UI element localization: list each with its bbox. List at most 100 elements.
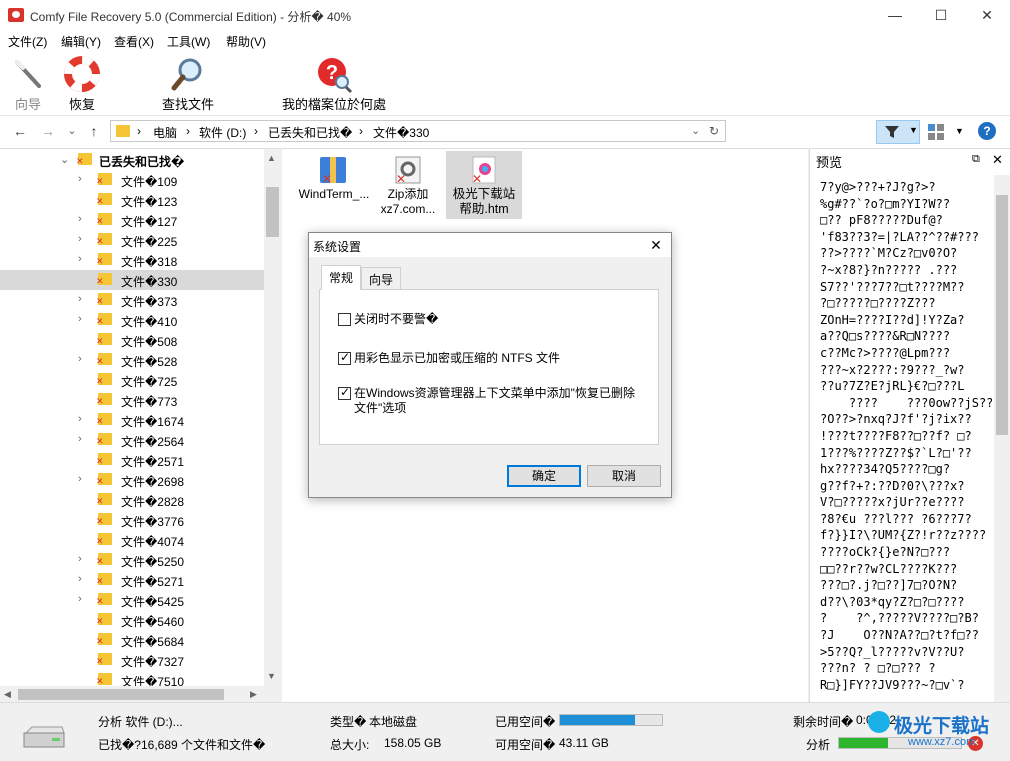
tree-root[interactable]: ⌄ 已丢失和已找� [0, 150, 264, 170]
tree-horizontal-scrollbar[interactable]: ◀ ▶ [0, 686, 281, 703]
address-bar[interactable]: › 电脑 › 软件 (D:) › 已丢失和已找� › 文件�330 ⌄ ↻ [110, 120, 726, 142]
forward-icon[interactable]: → [40, 123, 56, 139]
address-dropdown-icon[interactable]: ⌄ [691, 124, 700, 137]
file-name: WindTerm_... [298, 187, 370, 201]
expand-chevron-icon[interactable]: › [78, 353, 82, 365]
tree-item[interactable]: › 文件�1674 [0, 410, 264, 430]
find-files-button[interactable]: 查找文件 [154, 54, 222, 114]
crumb-drive[interactable]: 软件 (D:) [199, 124, 246, 141]
tree-item[interactable]: 文件�725 [0, 370, 264, 390]
tree-item[interactable]: › 文件�528 [0, 350, 264, 370]
app-icon [8, 8, 24, 22]
close-button[interactable]: ✕ [964, 0, 1010, 30]
deleted-folder-icon [96, 673, 112, 687]
tree-item[interactable]: › 文件�5271 [0, 570, 264, 590]
expand-chevron-icon[interactable]: › [78, 593, 82, 605]
expand-chevron-icon[interactable]: › [78, 313, 82, 325]
back-icon[interactable]: ← [12, 123, 28, 139]
preview-scrollbar[interactable] [994, 175, 1010, 703]
window-title: Comfy File Recovery 5.0 (Commercial Edit… [30, 10, 352, 24]
expand-chevron-icon[interactable]: › [78, 413, 82, 425]
preview-scroll-thumb[interactable] [996, 195, 1008, 435]
tree-item[interactable]: 文件�508 [0, 330, 264, 350]
menu-view[interactable]: 查看(X) [114, 33, 154, 50]
view-mode-icon[interactable] [928, 124, 944, 140]
tree-item[interactable]: › 文件�5425 [0, 590, 264, 610]
ok-button[interactable]: 确定 [507, 465, 581, 487]
undock-icon[interactable]: ⧉ [972, 153, 980, 166]
tree-item[interactable]: › 文件�225 [0, 230, 264, 250]
expand-chevron-icon[interactable]: › [78, 553, 82, 565]
maximize-button[interactable]: ☐ [918, 0, 964, 30]
expand-chevron-icon[interactable]: › [78, 473, 82, 485]
tree-item[interactable]: 文件�2571 [0, 450, 264, 470]
deleted-folder-icon [116, 125, 130, 137]
tree-item[interactable]: 文件�123 [0, 190, 264, 210]
crumb-current-folder[interactable]: 文件�330 [373, 124, 429, 141]
menu-help[interactable]: 帮助(V) [226, 33, 266, 50]
tree-item[interactable]: 文件�5684 [0, 630, 264, 650]
tree-item[interactable]: › 文件�2564 [0, 430, 264, 450]
crumb-computer[interactable]: 电脑 [153, 124, 177, 141]
checkbox-box[interactable] [338, 385, 351, 400]
expand-chevron-icon[interactable]: › [78, 173, 82, 185]
tab-wizard[interactable]: 向导 [361, 267, 402, 289]
tree-vertical-scrollbar[interactable]: ▲ ▼ [264, 149, 281, 686]
file-item-windterm[interactable]: ✕ WindTerm_... [296, 151, 372, 219]
history-dropdown-icon[interactable]: ⌄ [64, 123, 80, 139]
deleted-folder-icon [96, 473, 112, 487]
expand-chevron-icon[interactable]: › [78, 433, 82, 445]
file-item-htm[interactable]: ✕ 极光下载站 帮助.htm [446, 151, 522, 219]
crumb-lost-found[interactable]: 已丢失和已找� [268, 124, 352, 141]
expand-chevron-icon[interactable]: › [78, 573, 82, 585]
no-warn-on-close-checkbox[interactable]: 关闭时不要警� [338, 312, 648, 328]
tree-item[interactable]: 文件�330 [0, 270, 264, 290]
tree-item[interactable]: 文件�7327 [0, 650, 264, 670]
wizard-button[interactable]: 向导 [6, 54, 50, 114]
total-size-value: 158.05 GB [384, 736, 442, 750]
tree-item[interactable]: 文件�3776 [0, 510, 264, 530]
tree-hscroll-thumb[interactable] [18, 689, 224, 700]
tree-item[interactable]: › 文件�109 [0, 170, 264, 190]
tree-item[interactable]: › 文件�127 [0, 210, 264, 230]
minimize-button[interactable]: — [872, 0, 918, 30]
dialog-close-button[interactable]: ✕ [645, 235, 667, 255]
checkbox-box[interactable] [338, 350, 351, 365]
tab-general[interactable]: 常规 [321, 265, 362, 290]
tree-item[interactable]: 文件�2828 [0, 490, 264, 510]
cancel-button[interactable]: 取消 [587, 465, 661, 487]
collapse-chevron-icon[interactable]: ⌄ [60, 153, 69, 166]
recover-button[interactable]: 恢复 [58, 54, 106, 114]
tree-item[interactable]: › 文件�410 [0, 310, 264, 330]
expand-chevron-icon[interactable]: › [78, 213, 82, 225]
tree-item[interactable]: › 文件�373 [0, 290, 264, 310]
menu-edit[interactable]: 编辑(Y) [61, 33, 101, 50]
help-icon[interactable]: ? [978, 122, 996, 140]
tree-item[interactable]: 文件�773 [0, 390, 264, 410]
filter-button[interactable]: ▼ [876, 120, 920, 144]
menu-tools[interactable]: 工具(W) [167, 33, 210, 50]
refresh-icon[interactable]: ↻ [709, 124, 719, 138]
preview-close-icon[interactable]: ✕ [992, 152, 1003, 168]
tree-item[interactable]: 文件�4074 [0, 530, 264, 550]
tree-item[interactable]: › 文件�318 [0, 250, 264, 270]
expand-chevron-icon[interactable]: › [78, 293, 82, 305]
menu-file[interactable]: 文件(Z) [8, 33, 47, 50]
tree-item[interactable]: 文件�5460 [0, 610, 264, 630]
crumb-separator-icon: › [137, 124, 141, 138]
file-item-zip[interactable]: ✕ Zip添加 xz7.com... [370, 151, 446, 219]
file-location-button[interactable]: ? 我的檔案位於何處 [276, 54, 392, 114]
checkbox-label: 关闭时不要警� [354, 312, 439, 326]
checkbox-box[interactable] [338, 313, 351, 326]
tree-scroll-thumb[interactable] [266, 187, 279, 237]
hard-drive-icon [23, 726, 65, 748]
expand-chevron-icon[interactable]: › [78, 253, 82, 265]
color-ntfs-checkbox[interactable]: 用彩色显示已加密或压缩的 NTFS 文件 [338, 350, 648, 367]
view-dropdown-icon[interactable]: ▼ [955, 126, 964, 136]
tree-item[interactable]: › 文件�2698 [0, 470, 264, 490]
tree-item[interactable]: › 文件�5250 [0, 550, 264, 570]
deleted-folder-icon [96, 393, 112, 407]
expand-chevron-icon[interactable]: › [78, 233, 82, 245]
up-icon[interactable]: ↑ [86, 123, 102, 139]
explorer-context-menu-checkbox[interactable]: 在Windows资源管理器上下文菜单中添加"恢复已删除文件"选项 [338, 385, 648, 418]
